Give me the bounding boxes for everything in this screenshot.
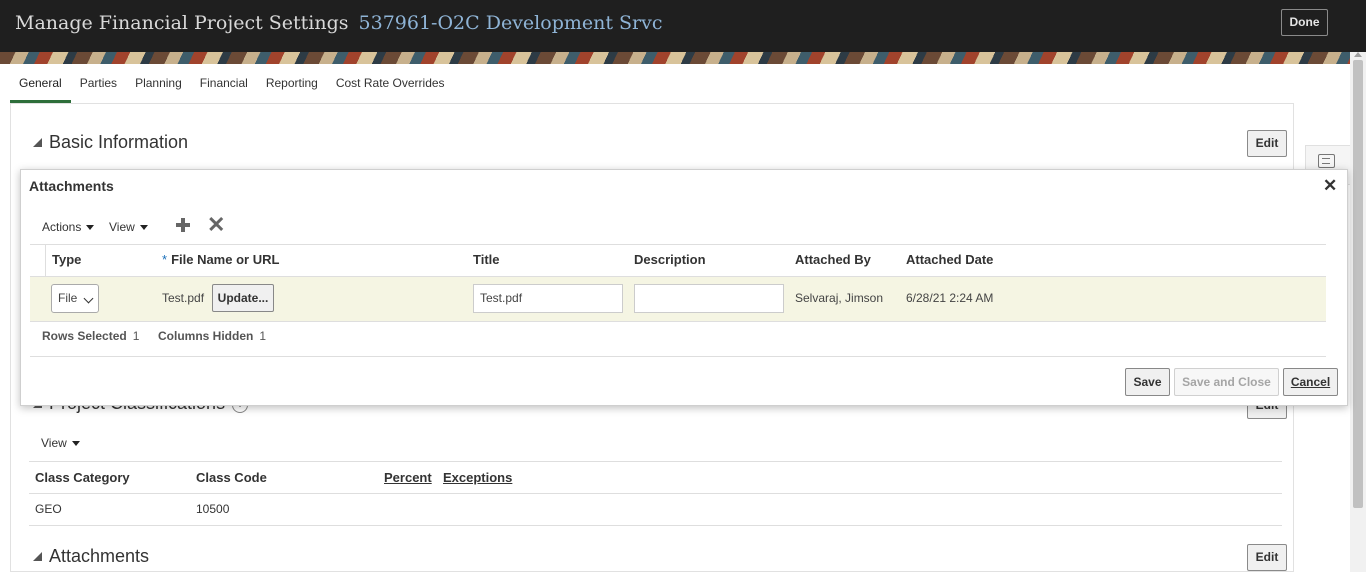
required-marker: * (162, 252, 168, 267)
tab-cost-rate-overrides[interactable]: Cost Rate Overrides (327, 64, 454, 103)
view-menu-label: View (109, 220, 135, 234)
header-banner (0, 52, 1350, 64)
basic-info-edit-button[interactable]: Edit (1247, 130, 1287, 157)
tab-planning[interactable]: Planning (126, 64, 191, 103)
collapse-triangle-icon[interactable] (33, 552, 42, 561)
column-header-description: Description (634, 252, 706, 267)
columns-hidden-status: Columns Hidden 1 (158, 329, 266, 343)
attachments-dialog: Attachments ✕ Actions View ✕ Type * File … (20, 169, 1348, 406)
attachments-edit-button[interactable]: Edit (1247, 544, 1287, 571)
attached-date-cell: 6/28/21 2:24 AM (906, 291, 994, 305)
column-header-attached-by: Attached By (795, 252, 871, 267)
file-name-cell: Test.pdf (162, 291, 205, 305)
divider (30, 244, 1326, 245)
page-title: Manage Financial Project Settings 537961-… (15, 12, 663, 34)
basic-info-heading[interactable]: Basic Information (33, 132, 188, 153)
title-input[interactable]: Test.pdf (473, 284, 623, 313)
add-icon[interactable] (176, 218, 190, 232)
basic-info-heading-text: Basic Information (49, 132, 189, 152)
type-select[interactable]: File (51, 284, 99, 313)
chevron-down-icon (86, 225, 95, 230)
actions-menu[interactable]: Actions (42, 220, 95, 234)
collapse-triangle-icon[interactable] (33, 138, 42, 147)
column-header-type: Type (52, 252, 82, 267)
tab-parties[interactable]: Parties (71, 64, 126, 103)
update-button[interactable]: Update... (212, 284, 274, 312)
divider (29, 461, 1282, 462)
rows-selected-count: 1 (132, 329, 140, 343)
tab-bar: General Parties Planning Financial Repor… (10, 64, 454, 103)
close-icon[interactable]: ✕ (1323, 176, 1337, 196)
type-select-value: File (58, 291, 78, 305)
file-name-header-text: File Name or URL (171, 252, 280, 267)
divider (30, 356, 1326, 357)
classifications-view-menu[interactable]: View (41, 436, 80, 450)
chevron-down-icon (139, 225, 148, 230)
attachments-heading-text: Attachments (49, 546, 150, 566)
view-menu[interactable]: View (109, 220, 148, 234)
description-input[interactable] (634, 284, 784, 313)
done-button[interactable]: Done (1281, 9, 1328, 36)
page-title-text: Manage Financial Project Settings (15, 12, 349, 34)
columns-hidden-label: Columns Hidden (158, 329, 254, 343)
delete-icon[interactable]: ✕ (207, 214, 225, 236)
divider (29, 525, 1282, 526)
scroll-up-arrow-icon[interactable] (1354, 52, 1362, 57)
actions-menu-label: Actions (42, 220, 82, 234)
class-code-cell: 10500 (196, 502, 230, 516)
class-category-cell: GEO (35, 502, 62, 516)
view-menu-label: View (41, 436, 67, 450)
dialog-title: Attachments (29, 178, 114, 194)
column-header-title: Title (473, 252, 500, 267)
scrollbar-thumb[interactable] (1353, 60, 1363, 508)
rows-selected-status: Rows Selected 1 (42, 329, 139, 343)
rows-selected-label: Rows Selected (42, 329, 127, 343)
tasks-panel-icon[interactable] (1318, 154, 1335, 168)
project-name: 537961-O2C Development Srvc (358, 12, 663, 34)
attached-by-cell: Selvaraj, Jimson (795, 291, 884, 305)
page-scrollbar[interactable] (1350, 52, 1366, 572)
save-button[interactable]: Save (1125, 368, 1170, 396)
tab-general[interactable]: General (10, 64, 71, 103)
save-and-close-button[interactable]: Save and Close (1174, 368, 1279, 396)
column-header-class-code: Class Code (196, 470, 267, 485)
column-header-file-name: * File Name or URL (162, 252, 279, 267)
tab-reporting[interactable]: Reporting (257, 64, 327, 103)
column-header-class-category: Class Category (35, 470, 130, 485)
column-header-attached-date: Attached Date (906, 252, 994, 267)
columns-hidden-count: 1 (259, 329, 267, 343)
cancel-button[interactable]: Cancel (1283, 368, 1338, 396)
tab-financial[interactable]: Financial (191, 64, 257, 103)
column-header-percent[interactable]: Percent (384, 470, 432, 485)
attachments-heading[interactable]: Attachments (33, 546, 149, 567)
page-header: Manage Financial Project Settings 537961-… (0, 0, 1366, 52)
column-header-exceptions[interactable]: Exceptions (443, 470, 512, 485)
chevron-down-icon (83, 293, 94, 304)
divider (29, 493, 1282, 494)
chevron-down-icon (71, 441, 80, 446)
